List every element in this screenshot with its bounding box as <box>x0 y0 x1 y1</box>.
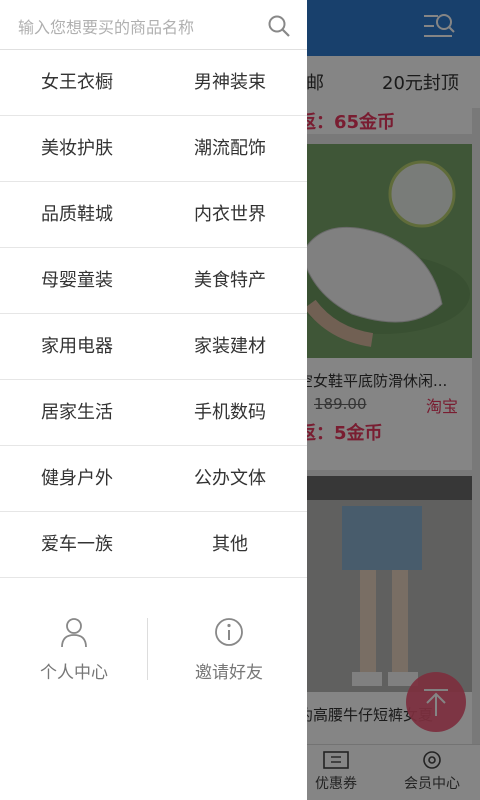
profile-label: 个人中心 <box>40 663 108 683</box>
invite-label: 邀请好友 <box>195 663 263 683</box>
search-icon[interactable] <box>267 14 291 38</box>
category-item[interactable]: 美妆护肤 <box>2 116 152 182</box>
category-item[interactable]: 健身户外 <box>2 446 152 512</box>
user-icon <box>61 618 87 648</box>
category-item[interactable]: 居家生活 <box>2 380 152 446</box>
category-item[interactable]: 爱车一族 <box>2 512 152 578</box>
profile-button[interactable]: 个人中心 <box>0 616 148 683</box>
category-item[interactable]: 手机数码 <box>155 380 305 446</box>
category-row: 居家生活 手机数码 <box>0 380 307 446</box>
category-row: 母婴童装 美食特产 <box>0 248 307 314</box>
search-input[interactable]: 输入您想要买的商品名称 <box>18 14 194 38</box>
category-row: 爱车一族 其他 <box>0 512 307 578</box>
category-row: 健身户外 公办文体 <box>0 446 307 512</box>
category-item[interactable]: 内衣世界 <box>155 182 305 248</box>
search-bar[interactable]: 输入您想要买的商品名称 <box>0 0 307 50</box>
category-item[interactable]: 潮流配饰 <box>155 116 305 182</box>
category-item[interactable]: 家用电器 <box>2 314 152 380</box>
drawer-bottom-actions: 个人中心 邀请好友 <box>0 616 307 686</box>
category-item[interactable]: 其他 <box>155 512 305 578</box>
category-item[interactable]: 母婴童装 <box>2 248 152 314</box>
category-row: 美妆护肤 潮流配饰 <box>0 116 307 182</box>
category-item[interactable]: 品质鞋城 <box>2 182 152 248</box>
invite-button[interactable]: 邀请好友 <box>155 616 303 683</box>
category-drawer: 输入您想要买的商品名称 女王衣橱 男神装束 美妆护肤 潮流配饰 品质鞋城 内衣世… <box>0 0 307 800</box>
category-item[interactable]: 女王衣橱 <box>2 50 152 116</box>
category-item[interactable]: 男神装束 <box>155 50 305 116</box>
divider <box>147 618 148 680</box>
category-item[interactable]: 家装建材 <box>155 314 305 380</box>
category-item[interactable]: 美食特产 <box>155 248 305 314</box>
category-row: 女王衣橱 男神装束 <box>0 50 307 116</box>
category-row: 家用电器 家装建材 <box>0 314 307 380</box>
category-row: 品质鞋城 内衣世界 <box>0 182 307 248</box>
category-item[interactable]: 公办文体 <box>155 446 305 512</box>
info-icon <box>215 618 243 646</box>
